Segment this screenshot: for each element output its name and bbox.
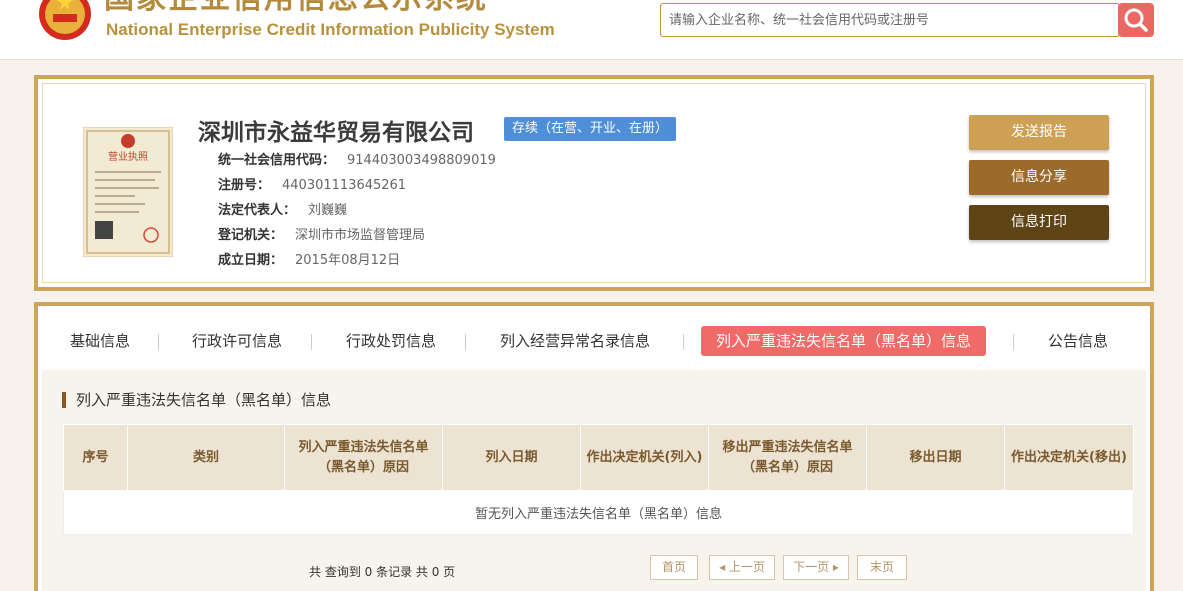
svg-text:营业执照: 营业执照 [108, 150, 148, 163]
info-label: 法定代表人： [218, 203, 297, 218]
search-input[interactable] [661, 4, 1119, 36]
tab-separator [1013, 334, 1014, 350]
tab-admin-penalty[interactable]: 行政处罚信息 [346, 326, 436, 356]
column-header: 列入严重违法失信名单（黑名单）原因 [284, 424, 443, 491]
info-value: 914403003498809019 [347, 153, 496, 168]
info-label: 统一社会信用代码： [218, 153, 336, 168]
table-header-row: 序号 类别 列入严重违法失信名单（黑名单）原因 列入日期 作出决定机关(列入) … [63, 424, 1134, 491]
prev-page-button[interactable]: ◂ 上一页 [709, 555, 775, 580]
tab-content: 列入严重违法失信名单（黑名单）信息 序号 类别 列入严重违法失信名单（黑名单）原… [42, 370, 1146, 591]
tab-bar: 基础信息 行政许可信息 行政处罚信息 列入经营异常名录信息 列入严重违法失信名单… [38, 306, 1150, 370]
column-header: 移出日期 [866, 424, 1005, 491]
section-title: 列入严重违法失信名单（黑名单）信息 [62, 392, 331, 408]
tab-separator [683, 334, 684, 350]
print-info-button[interactable]: 信息打印 [969, 205, 1109, 240]
info-row-authority: 登记机关： 深圳市市场监督管理局 [218, 224, 425, 243]
info-label: 登记机关： [218, 228, 284, 243]
business-license-icon: 营业执照 [83, 127, 173, 257]
search-box[interactable] [660, 3, 1120, 37]
info-row-reg-no: 注册号： 440301113645261 [218, 174, 406, 193]
column-header: 序号 [63, 424, 128, 491]
info-row-founded: 成立日期： 2015年08月12日 [218, 249, 400, 268]
search-button[interactable] [1118, 3, 1154, 37]
tab-announcements[interactable]: 公告信息 [1048, 326, 1108, 356]
column-header: 作出决定机关(列入) [580, 424, 709, 491]
search-icon [1124, 8, 1148, 32]
status-badge: 存续（在营、开业、在册） [504, 117, 677, 141]
share-info-button[interactable]: 信息分享 [969, 160, 1109, 195]
national-emblem-icon [39, 0, 91, 40]
tab-admin-license[interactable]: 行政许可信息 [192, 326, 282, 356]
tab-basic-info[interactable]: 基础信息 [70, 326, 130, 356]
column-header: 类别 [127, 424, 285, 491]
tab-abnormal-list[interactable]: 列入经营异常名录信息 [500, 326, 650, 356]
info-row-credit-code: 统一社会信用代码： 914403003498809019 [218, 149, 496, 168]
empty-message: 暂无列入严重违法失信名单（黑名单）信息 [63, 490, 1134, 535]
first-page-button[interactable]: 首页 [650, 555, 698, 580]
table-row: 暂无列入严重违法失信名单（黑名单）信息 [63, 490, 1134, 535]
column-header: 列入日期 [442, 424, 581, 491]
column-header: 移出严重违法失信名单（黑名单）原因 [708, 424, 867, 491]
info-value: 440301113645261 [282, 178, 407, 193]
send-report-button[interactable]: 发送报告 [969, 115, 1109, 150]
tab-panel: 基础信息 行政许可信息 行政处罚信息 列入经营异常名录信息 列入严重违法失信名单… [34, 302, 1154, 591]
tab-separator [311, 334, 312, 350]
blacklist-table: 序号 类别 列入严重违法失信名单（黑名单）原因 列入日期 作出决定机关(列入) … [63, 424, 1134, 535]
last-page-button[interactable]: 末页 [857, 555, 907, 580]
tab-blacklist[interactable]: 列入严重违法失信名单（黑名单）信息 [701, 326, 987, 356]
tab-separator [465, 334, 466, 350]
site-title-cn: 国家企业信用信息公示系统 [104, 0, 488, 14]
info-label: 注册号： [218, 178, 271, 193]
info-row-legal-rep: 法定代表人： 刘巍巍 [218, 199, 347, 218]
site-header: 国家企业信用信息公示系统 National Enterprise Credit … [0, 0, 1183, 60]
info-value: 刘巍巍 [308, 203, 348, 218]
company-card: 营业执照 深圳市永益华贸易有限公司 存续（在营、开业、在册） 统一社会信用代码：… [34, 75, 1154, 291]
column-header: 作出决定机关(移出) [1004, 424, 1134, 491]
tab-separator [158, 334, 159, 350]
site-title-en: National Enterprise Credit Information P… [106, 20, 555, 39]
info-value: 深圳市市场监督管理局 [295, 228, 426, 243]
pager-summary: 共 查询到 0 条记录 共 0 页 [309, 565, 456, 579]
info-label: 成立日期： [218, 253, 284, 268]
next-page-button[interactable]: 下一页 ▸ [783, 555, 849, 580]
company-name: 深圳市永益华贸易有限公司 [198, 120, 474, 146]
info-value: 2015年08月12日 [295, 253, 401, 268]
